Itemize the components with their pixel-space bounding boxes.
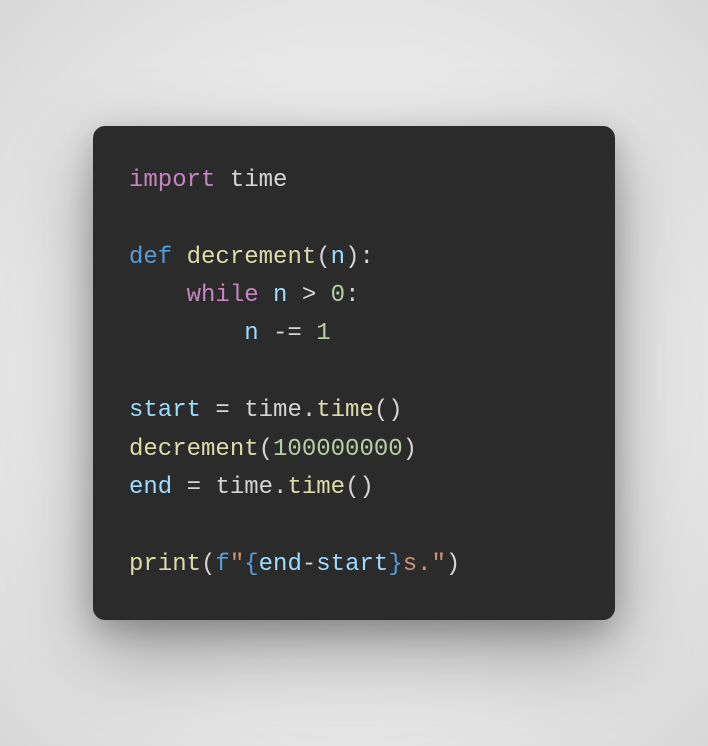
lparen: ( <box>316 244 330 271</box>
dot: . <box>273 474 287 501</box>
lbrace: { <box>244 551 258 578</box>
op-minus-eq: -= <box>273 320 302 347</box>
function-name-decrement: decrement <box>187 244 317 271</box>
dot: . <box>302 397 316 424</box>
space <box>259 282 273 309</box>
keyword-while: while <box>187 282 259 309</box>
space <box>316 282 330 309</box>
func-print: print <box>129 551 201 578</box>
keyword-def: def <box>129 244 172 271</box>
space <box>172 244 186 271</box>
rbrace: } <box>388 551 402 578</box>
var-n: n <box>273 282 287 309</box>
parens: () <box>345 474 374 501</box>
num-zero: 0 <box>331 282 345 309</box>
func-time: time <box>316 397 374 424</box>
op-eq: = <box>215 397 229 424</box>
space <box>230 397 244 424</box>
op-gt: > <box>302 282 316 309</box>
space <box>259 320 273 347</box>
colon: : <box>345 282 359 309</box>
keyword-import: import <box>129 167 215 194</box>
code-content: import time def decrement(n): while n > … <box>129 162 579 584</box>
space <box>287 282 301 309</box>
space <box>201 474 215 501</box>
var-end: end <box>259 551 302 578</box>
fstring-prefix: f <box>215 551 229 578</box>
var-end: end <box>129 474 172 501</box>
module-time: time <box>244 397 302 424</box>
lparen: ( <box>259 436 273 463</box>
func-time: time <box>287 474 345 501</box>
lparen: ( <box>201 551 215 578</box>
num-large: 100000000 <box>273 436 403 463</box>
rparen: ) <box>446 551 460 578</box>
var-n: n <box>244 320 258 347</box>
space <box>201 397 215 424</box>
rparen: ) <box>403 436 417 463</box>
param-n: n <box>331 244 345 271</box>
code-block: import time def decrement(n): while n > … <box>93 126 615 620</box>
var-start: start <box>129 397 201 424</box>
num-one: 1 <box>316 320 330 347</box>
func-decrement: decrement <box>129 436 259 463</box>
module-time: time <box>215 474 273 501</box>
quote-open: " <box>230 551 244 578</box>
op-eq: = <box>187 474 201 501</box>
space <box>215 167 229 194</box>
space <box>172 474 186 501</box>
quote-close: " <box>432 551 446 578</box>
string-tail: s. <box>403 551 432 578</box>
op-minus: - <box>302 551 316 578</box>
module-time: time <box>230 167 288 194</box>
var-start: start <box>316 551 388 578</box>
space <box>302 320 316 347</box>
rparen-colon: ): <box>345 244 374 271</box>
parens: () <box>374 397 403 424</box>
